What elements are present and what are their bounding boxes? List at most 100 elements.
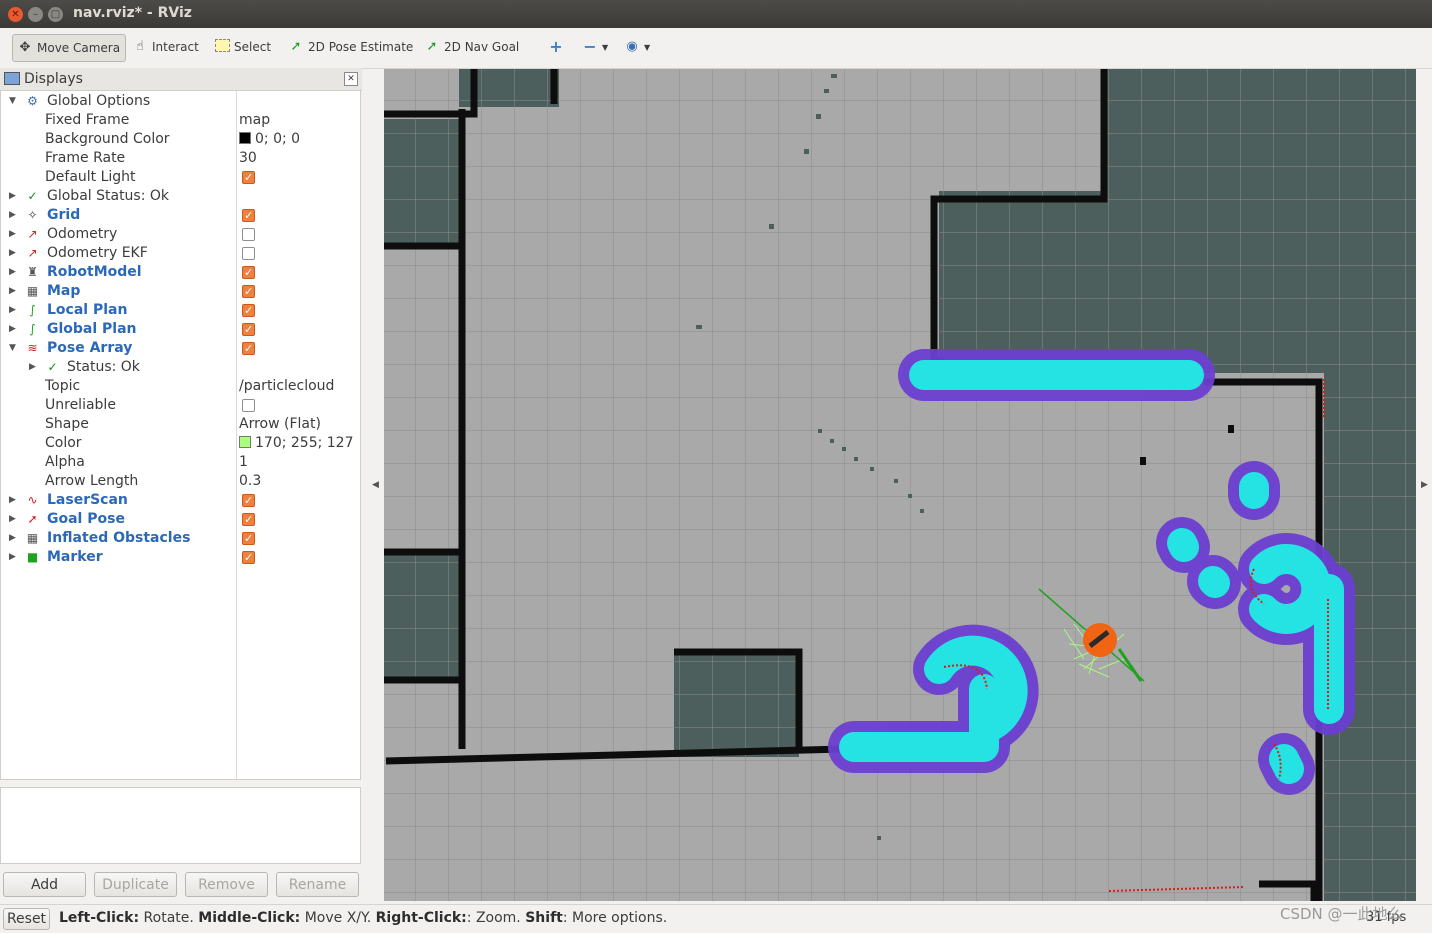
display-row-checkbox[interactable] xyxy=(242,301,255,320)
duplicate-button[interactable]: Duplicate xyxy=(94,872,177,897)
display-row[interactable]: ▶ ✓ Status: Ok xyxy=(1,358,360,377)
minimize-window-button[interactable]: – xyxy=(28,7,43,22)
rename-button[interactable]: Rename xyxy=(276,872,359,897)
expand-open-icon[interactable]: ▼ xyxy=(9,92,19,111)
move-camera-icon: ✥ xyxy=(19,40,31,55)
display-row-checkbox[interactable] xyxy=(242,510,255,529)
display-row-value[interactable]: 1 xyxy=(239,453,248,472)
expand-closed-icon[interactable]: ▶ xyxy=(9,187,19,206)
displays-tree[interactable]: ▼ ⚙ Global Options Fixed Frame map Background… xyxy=(0,90,361,780)
display-row[interactable]: ▶ ∫ Global Plan xyxy=(1,320,360,339)
goal-icon: ➚ xyxy=(27,512,38,526)
display-row[interactable]: Alpha 1 xyxy=(1,453,360,472)
display-row[interactable]: ▶ ↗ Odometry xyxy=(1,225,360,244)
display-row-checkbox[interactable] xyxy=(242,282,255,301)
expand-closed-icon[interactable]: ▶ xyxy=(9,548,19,567)
display-row[interactable]: Fixed Frame map xyxy=(1,111,360,130)
display-row-value[interactable]: /particlecloud xyxy=(239,377,334,396)
display-row-checkbox[interactable] xyxy=(242,548,255,567)
display-row[interactable]: ▶ ✓ Global Status: Ok xyxy=(1,187,360,206)
add-button[interactable]: Add xyxy=(3,872,86,897)
move-camera-label: Move Camera xyxy=(37,41,121,55)
display-row[interactable]: Default Light xyxy=(1,168,360,187)
display-row[interactable]: Arrow Length 0.3 xyxy=(1,472,360,491)
expand-closed-icon[interactable]: ▶ xyxy=(29,358,39,377)
interact-tool[interactable]: ☝ Interact xyxy=(128,34,203,60)
display-row-checkbox[interactable] xyxy=(242,228,255,241)
display-row-name: Global Options xyxy=(47,93,151,109)
displays-title: Displays xyxy=(24,71,83,87)
display-row-checkbox[interactable] xyxy=(242,399,255,412)
check-icon: ✓ xyxy=(27,189,38,203)
display-row[interactable]: ▶ ■ Marker xyxy=(1,548,360,567)
expand-closed-icon[interactable]: ▶ xyxy=(9,225,19,244)
expand-closed-icon[interactable]: ▶ xyxy=(9,510,19,529)
remove-button[interactable]: Remove xyxy=(185,872,268,897)
display-row[interactable]: ▶ ✧ Grid xyxy=(1,206,360,225)
display-row-name: Status: Ok xyxy=(67,359,140,375)
display-row[interactable]: ▶ ▦ Inflated Obstacles xyxy=(1,529,360,548)
expand-closed-icon[interactable]: ▶ xyxy=(9,320,19,339)
display-row[interactable]: ▼ ⚙ Global Options xyxy=(1,92,360,111)
display-row-checkbox[interactable] xyxy=(242,206,255,225)
odometry-icon: ↗ xyxy=(27,246,38,260)
collapse-right-icon[interactable]: ▶ xyxy=(1421,480,1428,490)
close-panel-icon[interactable]: ✕ xyxy=(344,72,358,86)
expand-closed-icon[interactable]: ▶ xyxy=(9,301,19,320)
display-row[interactable]: Color 170; 255; 127 xyxy=(1,434,360,453)
expand-closed-icon[interactable]: ▶ xyxy=(9,282,19,301)
display-row[interactable]: Frame Rate 30 xyxy=(1,149,360,168)
view-menu-button[interactable]: ◉ ▼ xyxy=(620,34,654,60)
title-bar: ✕ – □ nav.rviz* - RViz xyxy=(0,0,1432,28)
display-row[interactable]: ▶ ♜ RobotModel xyxy=(1,263,360,282)
select-tool[interactable]: Select xyxy=(210,34,275,60)
reset-button[interactable]: Reset xyxy=(3,908,50,930)
remove-tool-button[interactable]: − ▼ xyxy=(578,34,612,60)
hand-icon: ☝ xyxy=(136,39,144,54)
display-row-value[interactable]: map xyxy=(239,111,270,130)
display-row-value[interactable]: 170; 255; 127 xyxy=(239,434,354,453)
expand-closed-icon[interactable]: ▶ xyxy=(9,529,19,548)
expand-closed-icon[interactable]: ▶ xyxy=(9,491,19,510)
add-tool-button[interactable]: + xyxy=(544,34,568,60)
gear-icon: ⚙ xyxy=(27,94,38,108)
help-shift-text: : More options. xyxy=(562,910,668,926)
expand-closed-icon[interactable]: ▶ xyxy=(9,263,19,282)
close-window-button[interactable]: ✕ xyxy=(8,7,23,22)
display-row-value[interactable]: Arrow (Flat) xyxy=(239,415,321,434)
display-row[interactable]: Background Color 0; 0; 0 xyxy=(1,130,360,149)
display-row[interactable]: Topic/particlecloud xyxy=(1,377,360,396)
display-row[interactable]: Unreliable xyxy=(1,396,360,415)
map-canvas[interactable] xyxy=(384,69,1416,901)
display-row-checkbox[interactable] xyxy=(242,339,255,358)
display-row[interactable]: ▼ ≋ Pose Array xyxy=(1,339,360,358)
display-row-checkbox[interactable] xyxy=(242,529,255,548)
display-row[interactable]: ▶ ➚ Goal Pose xyxy=(1,510,360,529)
nav-goal-tool[interactable]: ➚ 2D Nav Goal xyxy=(420,34,523,60)
display-row-checkbox[interactable] xyxy=(242,491,255,510)
expand-open-icon[interactable]: ▼ xyxy=(9,339,19,358)
display-row-checkbox[interactable] xyxy=(242,320,255,339)
display-row-checkbox[interactable] xyxy=(242,247,255,260)
move-camera-tool[interactable]: ✥ Move Camera xyxy=(12,34,126,62)
help-text: Left-Click: Rotate. Middle-Click: Move X… xyxy=(59,910,667,926)
display-row[interactable]: Shape Arrow (Flat) xyxy=(1,415,360,434)
maximize-window-button[interactable]: □ xyxy=(48,7,63,22)
display-row[interactable]: ▶ ∿ LaserScan xyxy=(1,491,360,510)
display-row[interactable]: ▶ ∫ Local Plan xyxy=(1,301,360,320)
display-row-value[interactable]: 0; 0; 0 xyxy=(239,130,300,149)
nav-goal-label: 2D Nav Goal xyxy=(444,40,520,54)
display-row-name: Color xyxy=(45,435,82,451)
render-viewport[interactable] xyxy=(384,69,1416,901)
display-row[interactable]: ▶ ↗ Odometry EKF xyxy=(1,244,360,263)
expand-closed-icon[interactable]: ▶ xyxy=(9,244,19,263)
pose-estimate-tool[interactable]: ➚ 2D Pose Estimate xyxy=(284,34,417,60)
display-row-name: Alpha xyxy=(45,454,85,470)
display-row-value[interactable]: 30 xyxy=(239,149,257,168)
collapse-left-icon[interactable]: ◀ xyxy=(372,480,379,490)
display-row-checkbox[interactable] xyxy=(242,168,255,187)
display-row-checkbox[interactable] xyxy=(242,263,255,282)
display-row-value[interactable]: 0.3 xyxy=(239,472,261,491)
expand-closed-icon[interactable]: ▶ xyxy=(9,206,19,225)
display-row[interactable]: ▶ ▦ Map xyxy=(1,282,360,301)
